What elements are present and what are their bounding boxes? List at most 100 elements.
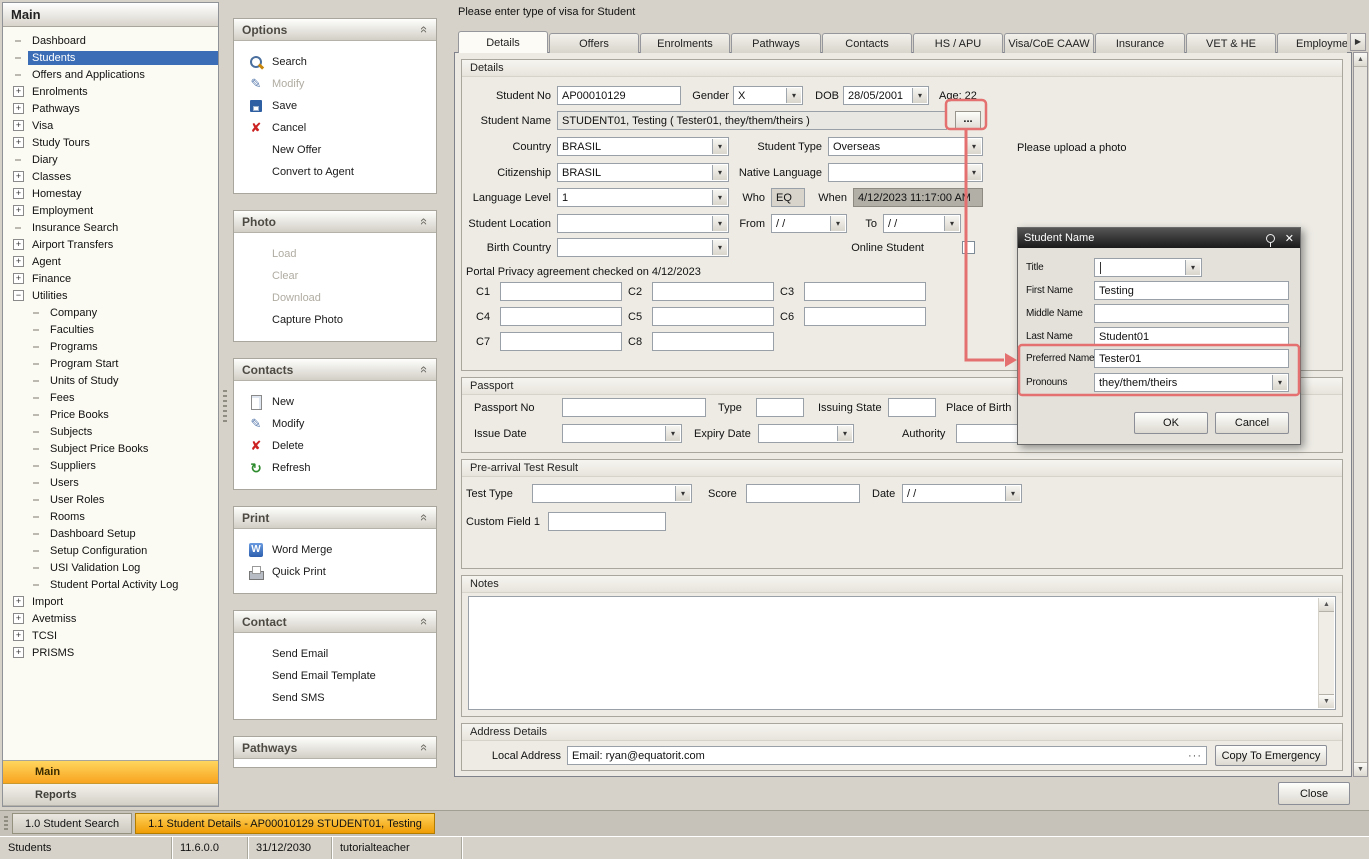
title-combo[interactable]: [1094, 258, 1202, 277]
address-ellipsis-icon[interactable]: ···: [1188, 750, 1202, 762]
sidebar-item[interactable]: Program Start: [3, 355, 218, 372]
panel-item[interactable]: Quick Print: [234, 561, 436, 583]
tree-expand-icon[interactable]: [31, 324, 42, 335]
tab[interactable]: Pathways: [731, 33, 821, 53]
tree-expand-icon[interactable]: [13, 154, 24, 165]
tab[interactable]: Visa/CoE CAAW: [1004, 33, 1094, 53]
custom-field-input[interactable]: [652, 307, 774, 326]
sidebar-item[interactable]: Airport Transfers: [3, 236, 218, 253]
sidebar-item[interactable]: Student Portal Activity Log: [3, 576, 218, 593]
custom-field-input[interactable]: [500, 332, 622, 351]
tree-expand-icon[interactable]: [31, 545, 42, 556]
sidebar-item[interactable]: Finance: [3, 270, 218, 287]
sidebar-item[interactable]: Enrolments: [3, 83, 218, 100]
panel-item[interactable]: Load: [234, 243, 436, 265]
panel-item[interactable]: Word Merge: [234, 539, 436, 561]
tree-expand-icon[interactable]: [13, 222, 24, 233]
sidebar-reports-button[interactable]: Reports: [3, 784, 218, 806]
tree-expand-icon[interactable]: [31, 307, 42, 318]
tree-expand-icon[interactable]: [13, 290, 24, 301]
sidebar-item[interactable]: Homestay: [3, 185, 218, 202]
sidebar-item[interactable]: Students: [3, 49, 218, 66]
tree-expand-icon[interactable]: [31, 460, 42, 471]
panel-item[interactable]: Cancel: [234, 117, 436, 139]
tree-expand-icon[interactable]: [13, 205, 24, 216]
collapse-chevron-icon[interactable]: «: [417, 514, 432, 521]
tree-expand-icon[interactable]: [13, 273, 24, 284]
tree-expand-icon[interactable]: [13, 52, 24, 63]
scroll-up-icon[interactable]: ▲: [1319, 598, 1334, 612]
sidebar-item[interactable]: Classes: [3, 168, 218, 185]
native-language-combo[interactable]: [828, 163, 983, 182]
custom-field-1-input[interactable]: [548, 512, 666, 531]
sidebar-item[interactable]: Suppliers: [3, 457, 218, 474]
dialog-titlebar[interactable]: Student Name ✕: [1018, 228, 1300, 248]
student-type-combo[interactable]: Overseas: [828, 137, 983, 156]
language-level-combo[interactable]: 1: [557, 188, 729, 207]
pin-icon[interactable]: [1266, 234, 1275, 243]
tab[interactable]: VET & HE: [1186, 33, 1276, 53]
sidebar-item[interactable]: Dashboard Setup: [3, 525, 218, 542]
custom-field-input[interactable]: [804, 282, 926, 301]
sidebar-item[interactable]: Import: [3, 593, 218, 610]
tree-expand-icon[interactable]: [13, 137, 24, 148]
panel-pathways-header[interactable]: Pathways «: [234, 737, 436, 759]
tab[interactable]: Contacts: [822, 33, 912, 53]
panel-item[interactable]: Convert to Agent: [234, 161, 436, 183]
notes-textarea[interactable]: ▲ ▼: [468, 596, 1336, 710]
tree-expand-icon[interactable]: [31, 358, 42, 369]
tree-expand-icon[interactable]: [31, 528, 42, 539]
sidebar-item[interactable]: TCSI: [3, 627, 218, 644]
dob-combo[interactable]: 28/05/2001: [843, 86, 929, 105]
panel-contact-header[interactable]: Contact «: [234, 611, 436, 633]
tab[interactable]: HS / APU: [913, 33, 1003, 53]
from-date-combo[interactable]: / /: [771, 214, 847, 233]
citizenship-combo[interactable]: BRASIL: [557, 163, 729, 182]
sidebar-item[interactable]: Study Tours: [3, 134, 218, 151]
sidebar-item[interactable]: Users: [3, 474, 218, 491]
panel-item[interactable]: Send SMS: [234, 687, 436, 709]
tree-expand-icon[interactable]: [31, 562, 42, 573]
sidebar-item[interactable]: Insurance Search: [3, 219, 218, 236]
tree-expand-icon[interactable]: [31, 494, 42, 505]
score-input[interactable]: [746, 484, 860, 503]
sidebar-item[interactable]: Rooms: [3, 508, 218, 525]
sidebar-item[interactable]: USI Validation Log: [3, 559, 218, 576]
content-vertical-scrollbar[interactable]: ▲ ▼: [1353, 52, 1368, 777]
test-type-combo[interactable]: [532, 484, 692, 503]
tree-expand-icon[interactable]: [13, 239, 24, 250]
tab[interactable]: Employme: [1277, 33, 1347, 53]
expiry-date-combo[interactable]: [758, 424, 854, 443]
panel-item[interactable]: New: [234, 391, 436, 413]
panel-options-header[interactable]: Options «: [234, 19, 436, 41]
panel-item[interactable]: Send Email Template: [234, 665, 436, 687]
tree-expand-icon[interactable]: [31, 341, 42, 352]
birth-country-combo[interactable]: [557, 238, 729, 257]
sidebar-item[interactable]: PRISMS: [3, 644, 218, 661]
cancel-button[interactable]: Cancel: [1215, 412, 1289, 434]
tab[interactable]: Details: [458, 31, 548, 53]
sidebar-item[interactable]: Units of Study: [3, 372, 218, 389]
sidebar-item[interactable]: Fees: [3, 389, 218, 406]
first-name-input[interactable]: Testing: [1094, 281, 1289, 300]
panel-item[interactable]: Search: [234, 51, 436, 73]
to-date-combo[interactable]: / /: [883, 214, 961, 233]
sidebar-item[interactable]: Utilities: [3, 287, 218, 304]
tree-expand-icon[interactable]: [13, 86, 24, 97]
tabbar-grip-icon[interactable]: [4, 816, 8, 830]
window-tab[interactable]: 1.0 Student Search: [12, 813, 132, 834]
sidebar-item[interactable]: Offers and Applications: [3, 66, 218, 83]
tree-expand-icon[interactable]: [31, 375, 42, 386]
sidebar-main-button[interactable]: Main: [3, 761, 218, 784]
panel-item[interactable]: Download: [234, 287, 436, 309]
sidebar-item[interactable]: Dashboard: [3, 32, 218, 49]
sidebar-item[interactable]: Price Books: [3, 406, 218, 423]
tree-expand-icon[interactable]: [13, 103, 24, 114]
tree-expand-icon[interactable]: [31, 579, 42, 590]
issue-date-combo[interactable]: [562, 424, 682, 443]
tree-expand-icon[interactable]: [31, 426, 42, 437]
panel-item[interactable]: Modify: [234, 413, 436, 435]
passport-type-input[interactable]: [756, 398, 804, 417]
tree-expand-icon[interactable]: [31, 443, 42, 454]
gender-combo[interactable]: X: [733, 86, 803, 105]
